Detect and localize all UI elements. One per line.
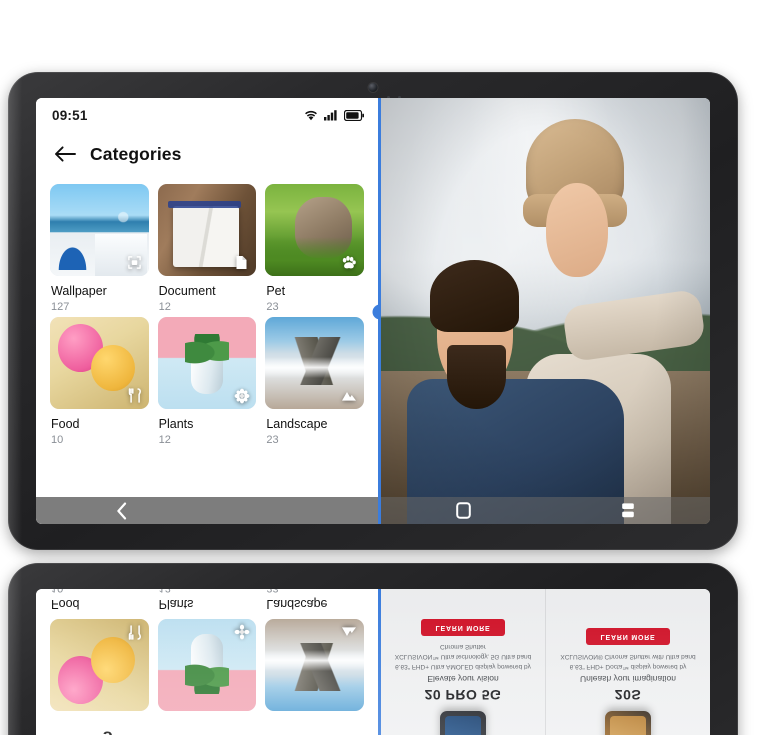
split-screen-container: 09:51 Categories Wallpaper 127 Document …	[36, 98, 710, 524]
category-count: 12	[159, 589, 257, 594]
cutlery-icon	[126, 624, 143, 641]
app-bar-reflection: Categories	[36, 719, 378, 735]
promo-description: 6.63" FHD+ Ultra AMOLED display powered …	[394, 643, 532, 671]
category-card-food-reflection: Food 10	[50, 589, 149, 711]
category-count: 12	[158, 434, 171, 446]
mountain-icon	[341, 624, 358, 641]
back-nav-button[interactable]	[36, 502, 207, 520]
home-nav-button[interactable]	[381, 502, 546, 519]
promo-title: 20S	[614, 687, 642, 703]
status-bar: 09:51	[36, 98, 378, 132]
promo-cards: 20 PRO 5G Elevate your vision 6.63" FHD+…	[381, 589, 710, 735]
promo-page-pane-reflection: 20 PRO 5G Elevate your vision 6.63" FHD+…	[381, 589, 710, 735]
learn-more-button: LEARN MORE	[586, 628, 670, 646]
category-thumbnail[interactable]	[50, 184, 149, 276]
tablet-screen: 09:51 Categories Wallpaper 127 Document …	[36, 98, 710, 524]
photo-viewer-pane[interactable]	[381, 98, 710, 524]
category-thumbnail[interactable]	[265, 317, 364, 409]
category-card-food[interactable]: Food 10	[50, 317, 149, 446]
status-clock: 09:51	[52, 107, 88, 123]
reflection-clip: 09:51 Categories	[36, 589, 710, 735]
recents-nav-button[interactable]	[546, 502, 711, 519]
system-navigation-bar-left	[36, 497, 378, 524]
category-card-pet[interactable]: Pet 23	[265, 184, 364, 313]
category-name: Landscape	[266, 417, 328, 431]
category-name: Document	[158, 284, 216, 298]
document-icon	[233, 254, 250, 271]
gallery-app-pane-reflection: 09:51 Categories	[36, 589, 378, 735]
flower-icon	[233, 624, 250, 641]
promo-card: 20S Unleash your imagination 6.63" FHD+ …	[546, 589, 710, 735]
category-name: Food	[51, 597, 80, 611]
arrow-left-icon[interactable]	[52, 141, 78, 167]
category-card-wallpaper[interactable]: Wallpaper 127	[50, 184, 149, 313]
mountain-icon	[341, 387, 358, 404]
category-count: 10	[51, 589, 149, 594]
category-card-landscape[interactable]: Landscape 23	[265, 317, 364, 446]
category-count: 23	[266, 434, 279, 446]
category-grid: Wallpaper 127 Document 12 Pet 23 Food 10…	[36, 176, 378, 446]
rounded-square-icon	[455, 502, 471, 519]
promo-title: 20 PRO 5G	[424, 687, 502, 703]
reflection-content: 09:51 Categories	[36, 589, 710, 735]
bezel-highlight	[8, 72, 22, 550]
paw-icon	[341, 254, 358, 271]
system-navigation-bar-right	[381, 497, 710, 524]
bezel-highlight	[8, 563, 22, 735]
category-thumbnail[interactable]	[157, 184, 257, 276]
wallpaper-icon	[126, 254, 143, 271]
promo-subtitle: Elevate your vision	[427, 674, 499, 684]
wifi-icon	[304, 109, 318, 121]
category-name: Food	[51, 417, 80, 431]
promo-card: 20 PRO 5G Elevate your vision 6.63" FHD+…	[381, 589, 546, 735]
category-thumbnail[interactable]	[157, 317, 257, 409]
status-icon-group	[304, 109, 364, 121]
category-thumbnail[interactable]	[50, 317, 149, 409]
cutlery-icon	[126, 387, 143, 404]
category-name: Wallpaper	[51, 284, 107, 298]
category-name: Pet	[266, 284, 286, 298]
photo-vignette	[381, 98, 710, 524]
learn-more-button: LEARN MORE	[421, 618, 505, 636]
category-card-plants-reflection: Plants 12	[157, 589, 257, 711]
category-count: 10	[51, 434, 64, 446]
category-name: Landscape	[266, 597, 328, 611]
app-bar: Categories	[36, 132, 378, 176]
front-camera-icon	[368, 83, 378, 92]
stacked-rectangles-icon	[621, 503, 634, 518]
tablet-device-reflection: 09:51 Categories	[8, 563, 738, 735]
gallery-app-pane: 09:51 Categories Wallpaper 127 Document …	[36, 98, 378, 524]
page-title: Categories	[90, 143, 182, 164]
category-count: 127	[51, 301, 70, 313]
phone-product-image	[440, 711, 486, 735]
split-screen-container-reflection: 09:51 Categories	[36, 589, 710, 735]
category-count: 23	[266, 589, 364, 594]
cellular-signal-icon	[324, 109, 338, 121]
tablet-device-primary: 09:51 Categories Wallpaper 127 Document …	[8, 72, 738, 550]
category-grid-reflection: Food 10	[36, 589, 378, 719]
category-count: 12	[158, 301, 171, 313]
phone-product-image	[605, 711, 651, 735]
tablet-screen-reflection: 09:51 Categories	[36, 589, 710, 735]
smiling-couple-outdoors-photo	[381, 98, 710, 524]
category-card-plants[interactable]: Plants 12	[157, 317, 257, 446]
battery-icon	[344, 109, 364, 121]
marketing-scene: 09:51 Categories Wallpaper 127 Document …	[0, 0, 765, 735]
category-name: Plants	[158, 417, 194, 431]
promo-subtitle: Unleash your imagination	[580, 674, 676, 684]
page-title: Categories	[64, 731, 155, 735]
category-card-landscape-reflection: Landscape 23	[265, 589, 364, 711]
category-card-document[interactable]: Document 12	[157, 184, 257, 313]
promo-description: 6.63" FHD+ Docta™ display powered by XCL…	[560, 653, 696, 670]
flower-icon	[233, 387, 250, 404]
category-thumbnail[interactable]	[265, 184, 364, 276]
category-name: Plants	[158, 597, 194, 611]
chevron-left-icon	[116, 502, 126, 519]
category-count: 23	[266, 301, 279, 313]
